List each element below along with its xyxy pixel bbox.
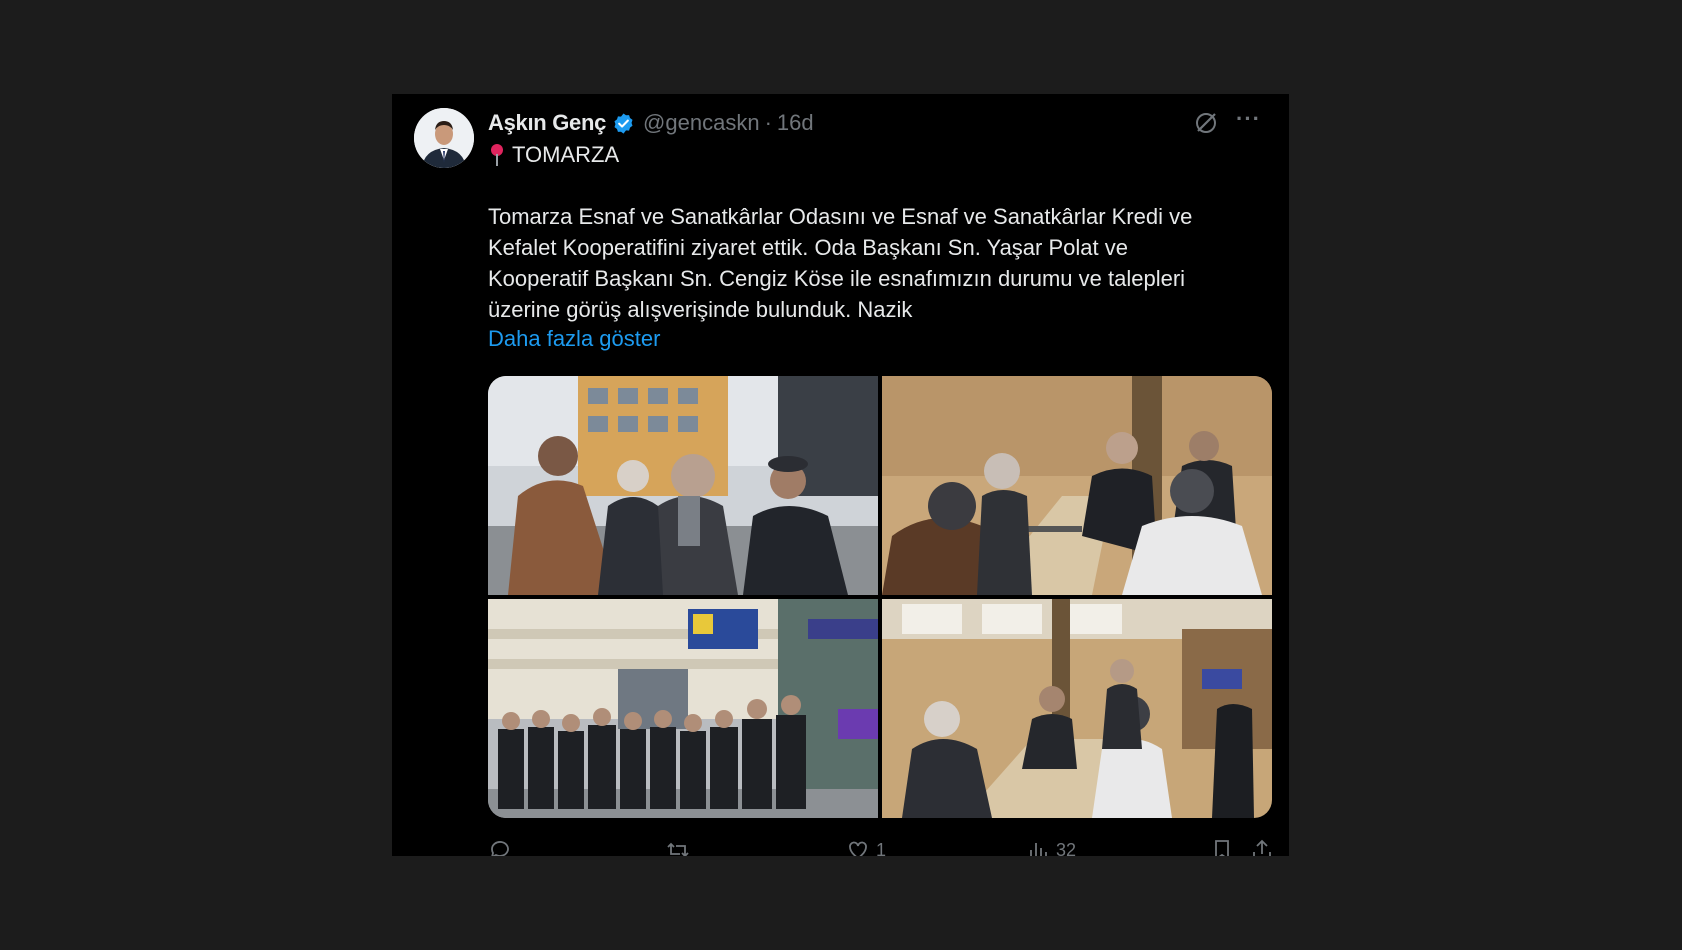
- share-button[interactable]: [1250, 838, 1274, 856]
- photo-2[interactable]: [882, 376, 1272, 595]
- location-text: TOMARZA: [512, 142, 620, 167]
- tweet-card[interactable]: Aşkın Genç @gencaskn · 16d ··· TOMARZA T…: [392, 94, 1289, 856]
- retweet-button[interactable]: [666, 838, 690, 856]
- timestamp[interactable]: 16d: [777, 110, 814, 136]
- tweet-actions: 1 32: [488, 838, 1278, 856]
- retweet-icon: [667, 842, 689, 856]
- heart-icon: [849, 841, 867, 856]
- location-line: TOMARZA: [488, 142, 619, 168]
- show-more-link[interactable]: Daha fazla göster: [488, 326, 660, 352]
- author-handle[interactable]: @gencaskn: [643, 110, 760, 136]
- bookmark-button[interactable]: [1210, 838, 1234, 856]
- like-button[interactable]: 1: [846, 838, 886, 856]
- like-count: 1: [876, 839, 887, 857]
- views-icon: [1030, 843, 1047, 856]
- share-icon: [1253, 839, 1271, 856]
- author-name[interactable]: Aşkın Genç: [488, 110, 606, 136]
- bookmark-icon: [1215, 840, 1229, 856]
- tweet-text: Tomarza Esnaf ve Sanatkârlar Odasını ve …: [488, 204, 1193, 322]
- grok-icon[interactable]: [1193, 110, 1219, 136]
- reply-icon: [491, 841, 509, 856]
- separator-dot: ·: [764, 110, 772, 135]
- avatar[interactable]: [414, 108, 474, 168]
- media-grid: [488, 376, 1272, 818]
- verified-badge-icon: [612, 112, 635, 135]
- pin-icon: [488, 142, 506, 168]
- reply-button[interactable]: [488, 838, 512, 856]
- photo-3[interactable]: [488, 599, 878, 818]
- photo-4[interactable]: [882, 599, 1272, 818]
- views-count: 32: [1056, 839, 1077, 857]
- photo-1[interactable]: [488, 376, 878, 595]
- views-button[interactable]: 32: [1026, 838, 1076, 856]
- tweet-header: Aşkın Genç @gencaskn · 16d: [488, 108, 1268, 138]
- more-icon[interactable]: ···: [1236, 106, 1261, 132]
